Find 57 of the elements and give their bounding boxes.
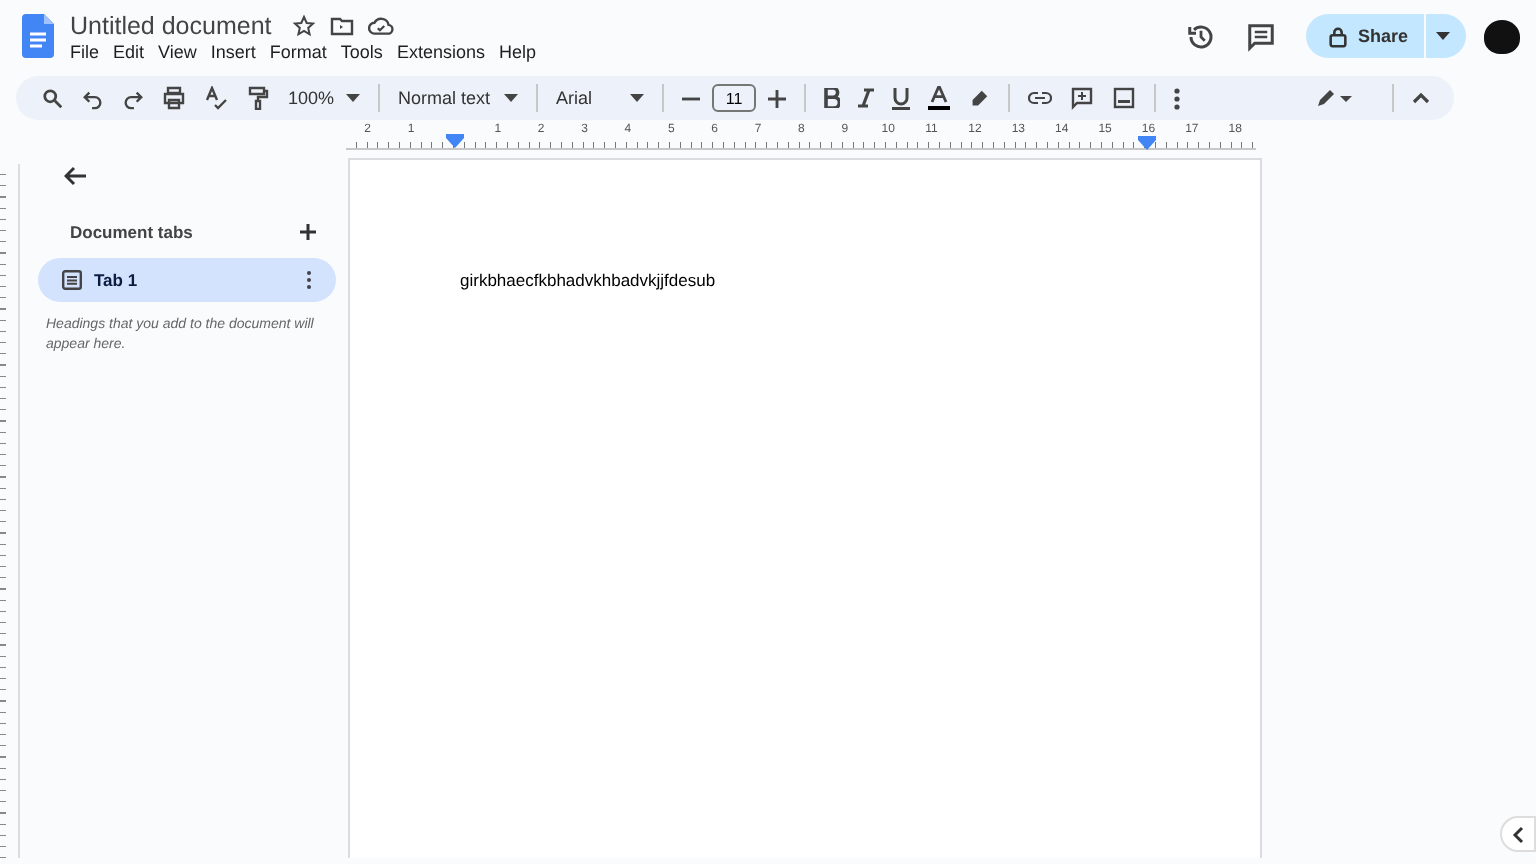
document-tab[interactable]: Tab 1 [38,258,336,302]
style-dropdown[interactable]: Normal text [398,88,519,108]
back-arrow-icon[interactable] [64,166,86,186]
star-icon[interactable] [291,13,316,37]
image-icon[interactable] [1112,86,1137,110]
highlighter-icon[interactable] [968,87,991,109]
caret-icon [346,94,361,102]
menu-item[interactable]: File [70,41,100,61]
document-page[interactable]: girkbhaecfkbhadvkhbadvkjjfdesub [348,158,1262,858]
menu-item[interactable]: View [158,41,197,61]
menu-item[interactable]: Edit [113,41,145,61]
print-icon[interactable] [162,86,186,110]
underline-icon[interactable] [892,87,911,109]
cloud-icon[interactable] [367,13,394,37]
menu-item[interactable]: Format [269,41,327,61]
search-icon[interactable] [42,87,64,109]
caret-icon [630,94,645,102]
add-comment-icon[interactable] [1070,86,1095,110]
more-icon[interactable] [1174,87,1181,109]
body-text: girkbhaecfkbhadvkhbadvkjjfdesub [460,270,718,290]
menu-item[interactable]: Tools [340,41,383,61]
caret-icon [1436,32,1450,40]
comment-icon[interactable] [1245,21,1276,51]
menu-item[interactable]: Extensions [396,41,485,61]
avatar[interactable] [1484,19,1520,53]
collapse-icon[interactable] [1412,92,1430,104]
menu-item[interactable]: Insert [210,41,256,61]
document-icon [62,270,82,290]
more-icon[interactable] [306,270,312,290]
docs-logo-icon[interactable] [22,14,54,58]
link-icon[interactable] [1028,90,1053,106]
spellcheck-icon[interactable] [204,86,228,110]
undo-icon[interactable] [82,87,104,109]
zoom-dropdown[interactable]: 100% [288,88,361,108]
plus-icon[interactable] [768,89,787,107]
indent-marker-icon[interactable] [1138,136,1157,150]
text-color-icon[interactable] [928,86,951,110]
share-button[interactable]: Share [1305,14,1424,58]
add-icon[interactable] [300,224,316,240]
document-title[interactable]: Untitled document [70,11,272,39]
share-options-button[interactable] [1426,14,1466,58]
redo-icon[interactable] [122,87,144,109]
caret-icon [504,94,519,102]
bold-icon[interactable] [824,88,841,108]
chevron-icon [1512,825,1524,843]
indent-marker-icon[interactable] [445,134,464,148]
lock-icon [1327,25,1348,47]
menu-item[interactable]: Help [498,41,536,61]
italic-icon[interactable] [858,88,875,108]
font-dropdown[interactable]: Arial [556,88,645,108]
sidebar-heading: Document tabs [70,222,193,242]
side-panel-toggle[interactable] [1500,816,1536,852]
editing-mode-button[interactable] [1316,88,1354,108]
folder-icon[interactable] [329,13,354,37]
paint-roller-icon[interactable] [246,86,270,110]
font-size-field[interactable]: 11 [712,84,757,112]
history-icon[interactable] [1185,21,1216,51]
